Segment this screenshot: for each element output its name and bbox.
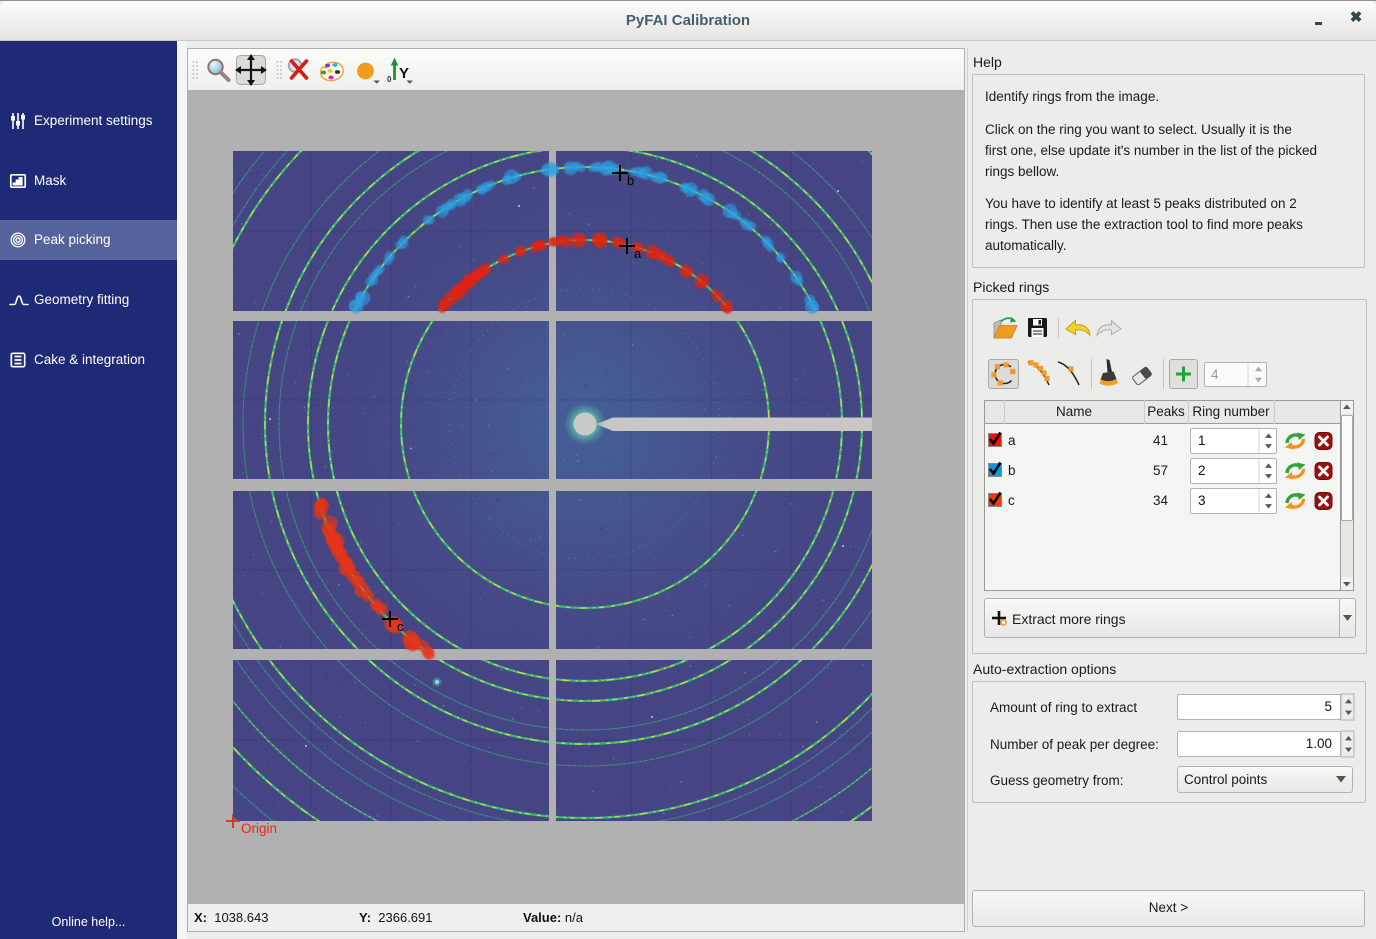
svg-text:a: a bbox=[634, 246, 642, 261]
svg-text:Y: Y bbox=[399, 65, 409, 82]
svg-text:0: 0 bbox=[387, 75, 392, 84]
svg-text:b: b bbox=[627, 173, 634, 188]
svg-text:c: c bbox=[397, 619, 404, 634]
svg-text:Origin: Origin bbox=[241, 821, 277, 836]
